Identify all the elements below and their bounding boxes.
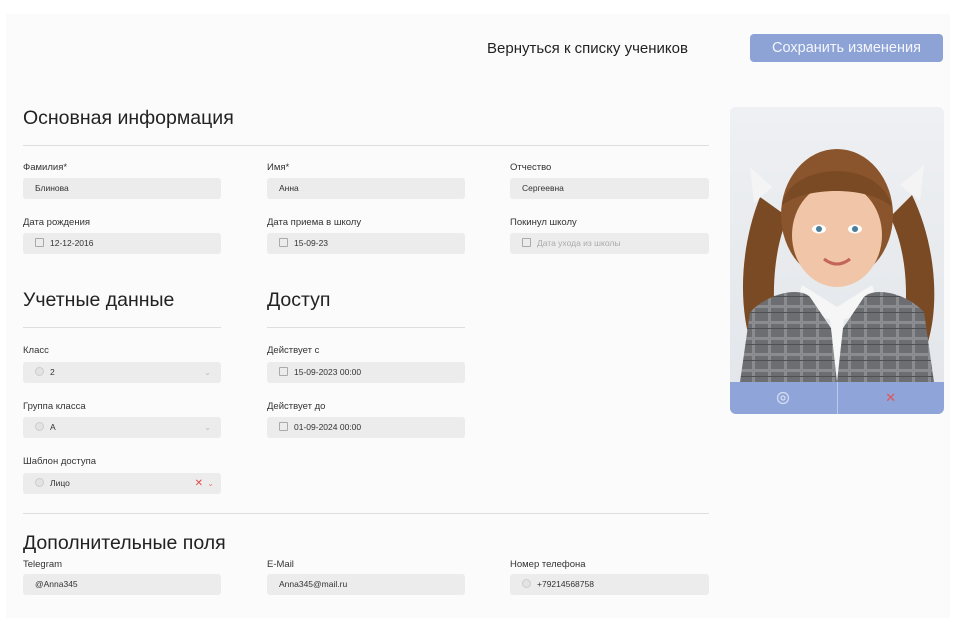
surname-value: Блинова	[35, 183, 69, 193]
camera-icon	[777, 391, 790, 405]
phone-label: Номер телефона	[510, 559, 586, 570]
class-icon	[35, 367, 44, 376]
clear-icon[interactable]: ✕	[195, 473, 203, 494]
surname-label: Фамилия*	[23, 162, 68, 173]
class-group-select[interactable]: А ⌄	[23, 417, 221, 438]
name-label: Имя*	[267, 162, 290, 173]
delete-icon: ✕	[885, 390, 897, 405]
birth-date-value: 12-12-2016	[50, 238, 94, 248]
change-photo-button[interactable]	[730, 382, 837, 414]
birth-date-field[interactable]: 12-12-2016	[23, 233, 221, 254]
calendar-icon	[279, 422, 288, 431]
calendar-icon	[279, 367, 288, 376]
chevron-down-icon[interactable]: ⌄	[204, 417, 211, 438]
chevron-down-icon[interactable]: ⌄	[207, 473, 214, 494]
class-group-value: А	[50, 422, 56, 432]
email-label: E-Mail	[267, 559, 294, 570]
access-template-select[interactable]: Лицо ✕ ⌄	[23, 473, 221, 494]
admission-date-label: Дата приема в школу	[267, 217, 362, 228]
delete-photo-button[interactable]: ✕	[838, 382, 945, 414]
left-school-date-field[interactable]: Дата ухода из школы	[510, 233, 709, 254]
back-to-students-link[interactable]: Вернуться к списку учеников	[487, 40, 688, 57]
birth-date-label: Дата рождения	[23, 217, 91, 228]
divider	[267, 327, 465, 328]
telegram-value: @Anna345	[35, 579, 78, 589]
patronymic-field[interactable]: Сергеевна	[510, 178, 709, 199]
valid-from-field[interactable]: 15-09-2023 00:00	[267, 362, 465, 383]
student-edit-form: Вернуться к списку учеников Сохранить из…	[6, 14, 950, 618]
left-school-label: Покинул школу	[510, 217, 577, 228]
email-value: Anna345@mail.ru	[279, 579, 348, 589]
access-title: Доступ	[267, 289, 331, 311]
chevron-down-icon[interactable]: ⌄	[204, 362, 211, 383]
admission-date-value: 15-09-23	[294, 238, 329, 248]
save-changes-button[interactable]: Сохранить изменения	[750, 34, 943, 62]
telegram-field[interactable]: @Anna345	[23, 574, 221, 595]
email-field[interactable]: Anna345@mail.ru	[267, 574, 465, 595]
account-data-title: Учетные данные	[23, 289, 175, 311]
class-group-label: Группа класса	[23, 401, 86, 412]
divider	[23, 513, 709, 514]
phone-field[interactable]: +79214568758	[510, 574, 709, 595]
calendar-icon	[522, 238, 531, 247]
student-photo	[730, 107, 944, 382]
phone-value: +79214568758	[537, 579, 594, 589]
name-field[interactable]: Анна	[267, 178, 465, 199]
student-photo-card: ✕	[730, 107, 944, 414]
access-template-label: Шаблон доступа	[23, 456, 97, 467]
name-value: Анна	[279, 183, 299, 193]
group-icon	[35, 422, 44, 431]
access-template-value: Лицо	[50, 478, 70, 488]
template-icon	[35, 478, 44, 487]
surname-field[interactable]: Блинова	[23, 178, 221, 199]
valid-to-label: Действует до	[267, 401, 326, 412]
basic-info-title: Основная информация	[23, 107, 234, 129]
extra-fields-title: Дополнительные поля	[23, 532, 226, 554]
class-value: 2	[50, 367, 55, 377]
left-school-placeholder: Дата ухода из школы	[537, 238, 621, 248]
valid-from-value: 15-09-2023 00:00	[294, 367, 362, 377]
calendar-icon	[279, 238, 288, 247]
divider	[23, 145, 709, 146]
class-label: Класс	[23, 345, 49, 356]
patronymic-value: Сергеевна	[522, 183, 564, 193]
telegram-label: Telegram	[23, 559, 63, 570]
class-select[interactable]: 2 ⌄	[23, 362, 221, 383]
admission-date-field[interactable]: 15-09-23	[267, 233, 465, 254]
calendar-icon	[35, 238, 44, 247]
valid-to-field[interactable]: 01-09-2024 00:00	[267, 417, 465, 438]
valid-to-value: 01-09-2024 00:00	[294, 422, 362, 432]
photo-actions-bar: ✕	[730, 382, 944, 414]
patronymic-label: Отчество	[510, 162, 552, 173]
phone-icon	[522, 579, 531, 588]
top-bar: Вернуться к списку учеников Сохранить из…	[6, 14, 950, 102]
divider	[23, 327, 221, 328]
valid-from-label: Действует с	[267, 345, 320, 356]
